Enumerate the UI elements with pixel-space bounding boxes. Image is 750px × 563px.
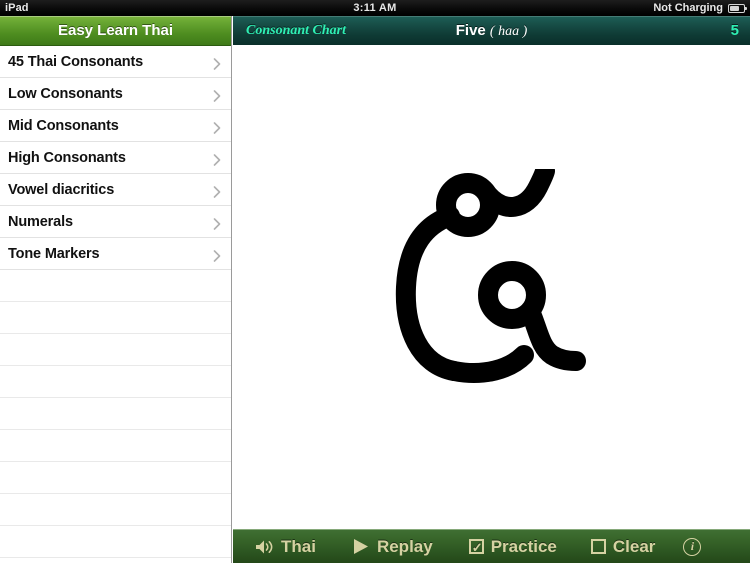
page-title-name: Five xyxy=(455,22,486,39)
sidebar-list: 45 Thai Consonants Low Consonants Mid Co… xyxy=(0,46,231,558)
practice-toggle[interactable]: ✓ Practice xyxy=(468,536,557,557)
sidebar-item-low-consonants[interactable]: Low Consonants xyxy=(0,78,231,110)
sidebar-item-label: High Consonants xyxy=(8,149,126,166)
sidebar-empty-row xyxy=(0,494,231,526)
sidebar-empty-row xyxy=(0,302,231,334)
chevron-right-icon xyxy=(213,185,221,198)
clear-label: Clear xyxy=(612,536,656,556)
status-battery-group: Not Charging xyxy=(653,0,747,16)
sidebar-item-high-consonants[interactable]: High Consonants xyxy=(0,142,231,174)
ipad-app-window: iPad 3:11 AM Not Charging Easy Learn Tha… xyxy=(0,0,750,563)
speaker-icon xyxy=(255,539,274,555)
sidebar-empty-row xyxy=(0,366,231,398)
sidebar-empty-row xyxy=(0,526,231,558)
chevron-right-icon xyxy=(213,153,221,166)
chevron-right-icon xyxy=(213,121,221,134)
chevron-right-icon xyxy=(213,57,221,70)
sidebar-item-label: Tone Markers xyxy=(8,245,100,262)
sidebar-item-mid-consonants[interactable]: Mid Consonants xyxy=(0,110,231,142)
sidebar-item-numerals[interactable]: Numerals xyxy=(0,206,231,238)
bottom-toolbar: Thai Replay ✓ Practice Clear i xyxy=(233,529,750,563)
character-index: 5 xyxy=(730,22,739,39)
replay-button[interactable]: Replay xyxy=(352,537,433,557)
replay-label: Replay xyxy=(376,536,433,556)
checkbox-checked-icon: ✓ xyxy=(468,539,484,555)
sidebar-item-label: Low Consonants xyxy=(8,85,123,102)
page-title: Five ( haa ) xyxy=(233,16,750,46)
clear-toggle[interactable]: Clear xyxy=(590,536,656,557)
sidebar-empty-row xyxy=(0,430,231,462)
chevron-right-icon xyxy=(213,249,221,262)
chevron-right-icon xyxy=(213,217,221,230)
sidebar-empty-row xyxy=(0,398,231,430)
sidebar-item-vowel-diacritics[interactable]: Vowel diacritics xyxy=(0,174,231,206)
status-battery-label: Not Charging xyxy=(653,2,723,14)
detail-pane: Consonant Chart Five ( haa ) 5 Thai Repl… xyxy=(233,16,750,563)
sidebar-title: Easy Learn Thai xyxy=(0,16,231,46)
sidebar-item-label: Numerals xyxy=(8,213,73,230)
sidebar-empty-row xyxy=(0,334,231,366)
sidebar-item-label: Mid Consonants xyxy=(8,117,119,134)
status-bar: iPad 3:11 AM Not Charging xyxy=(0,0,750,16)
sidebar-item-45-thai-consonants[interactable]: 45 Thai Consonants xyxy=(0,46,231,78)
thai-audio-label: Thai xyxy=(281,536,316,556)
play-icon xyxy=(352,538,370,555)
navigation-bar: Consonant Chart Five ( haa ) 5 xyxy=(233,16,750,46)
thai-audio-button[interactable]: Thai xyxy=(255,537,316,557)
sidebar-empty-row xyxy=(0,270,231,302)
checkbox-empty-icon xyxy=(590,539,606,554)
practice-label: Practice xyxy=(490,536,557,556)
battery-icon xyxy=(728,3,747,13)
info-button[interactable]: i xyxy=(683,537,702,556)
page-title-romanization: ( haa ) xyxy=(489,24,528,39)
chevron-right-icon xyxy=(213,89,221,102)
thai-consonant-glyph xyxy=(392,161,592,404)
sidebar-empty-row xyxy=(0,462,231,494)
sidebar: Easy Learn Thai 45 Thai Consonants Low C… xyxy=(0,16,232,563)
info-icon: i xyxy=(683,537,702,556)
status-clock: 3:11 AM xyxy=(353,2,397,14)
sidebar-item-label: Vowel diacritics xyxy=(8,181,115,198)
character-canvas[interactable] xyxy=(233,45,750,534)
sidebar-item-tone-markers[interactable]: Tone Markers xyxy=(0,238,231,270)
sidebar-item-label: 45 Thai Consonants xyxy=(8,53,144,70)
